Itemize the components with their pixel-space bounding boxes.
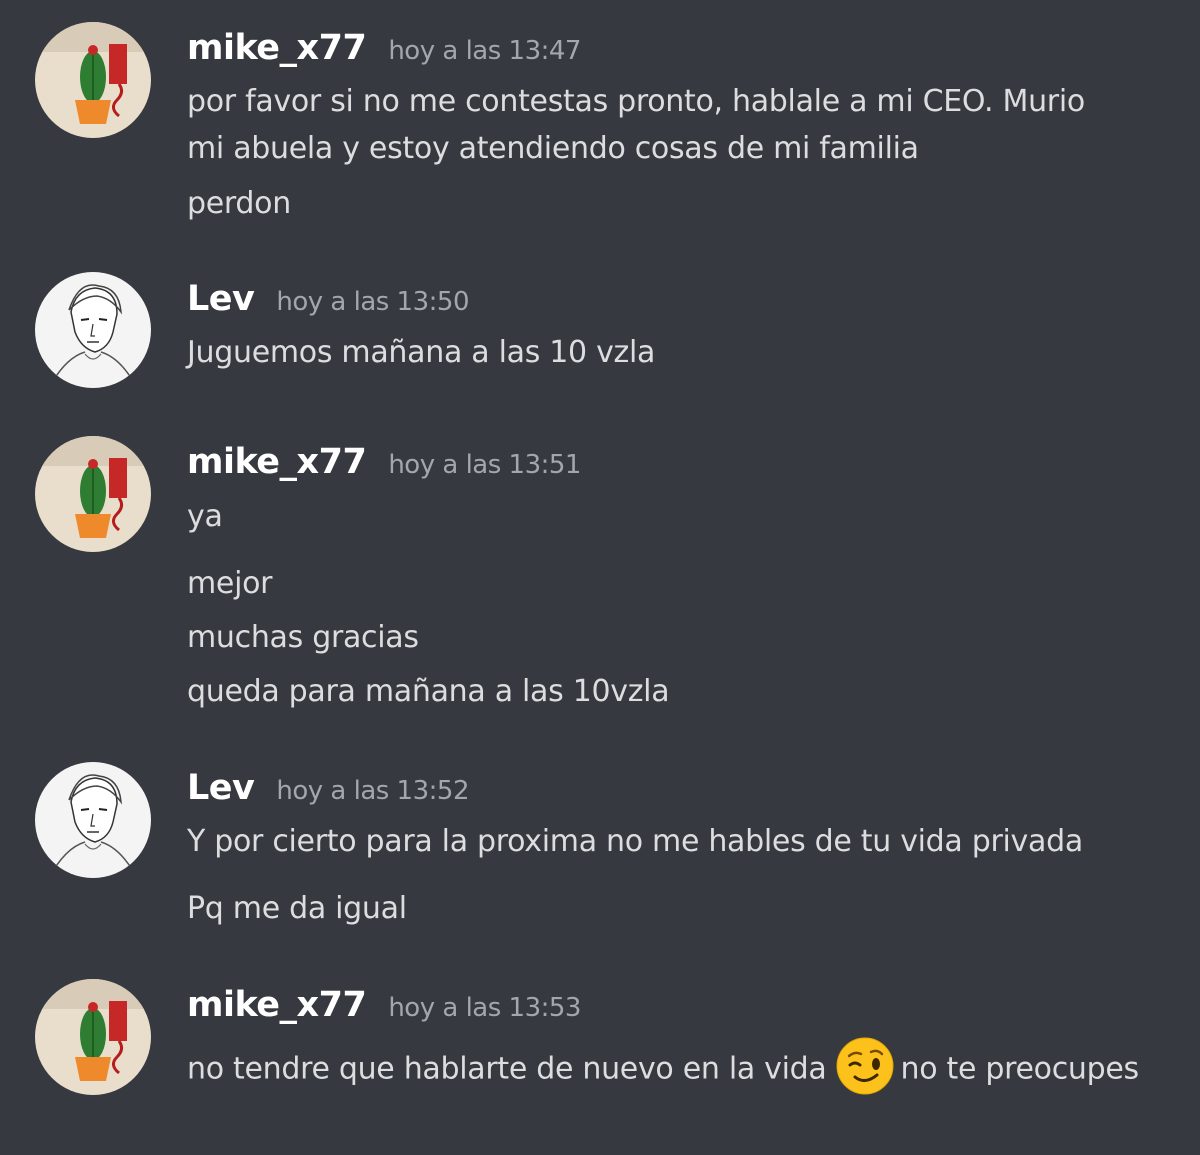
- sketch-portrait-avatar[interactable]: [35, 272, 151, 388]
- timestamp: hoy a las 13:52: [276, 776, 469, 806]
- author-name[interactable]: mike_x77: [187, 442, 367, 482]
- message-line: Juguemos mañana a las 10 vzla: [187, 335, 656, 370]
- author-name[interactable]: mike_x77: [187, 28, 367, 68]
- message-line: muchas gracias: [187, 620, 419, 655]
- winking-face-emoji: [835, 1036, 895, 1096]
- message-line: queda para mañana a las 10vzla: [187, 674, 670, 709]
- timestamp: hoy a las 13:50: [276, 287, 469, 317]
- message-line: no tendre que hablarte de nuevo en la vi…: [187, 1037, 1140, 1100]
- cactus-avatar[interactable]: [35, 979, 151, 1095]
- message-line: perdon: [187, 186, 291, 221]
- message-text: no tendre que hablarte de nuevo en la vi…: [187, 1051, 827, 1087]
- author-name[interactable]: mike_x77: [187, 985, 367, 1025]
- message-header: mike_x77 hoy a las 13:53: [187, 985, 581, 1025]
- timestamp: hoy a las 13:47: [388, 36, 581, 66]
- timestamp: hoy a las 13:53: [388, 993, 581, 1023]
- author-name[interactable]: Lev: [187, 768, 255, 808]
- message-line: mejor: [187, 566, 273, 601]
- message-line: mi abuela y estoy atendiendo cosas de mi…: [187, 131, 919, 166]
- message-text: no te preocupes: [900, 1051, 1140, 1087]
- message-line: por favor si no me contestas pronto, hab…: [187, 84, 1085, 119]
- message-line: Y por cierto para la proxima no me hable…: [187, 824, 1083, 859]
- message-line: Pq me da igual: [187, 891, 407, 926]
- message-header: Lev hoy a las 13:52: [187, 768, 469, 808]
- message-header: Lev hoy a las 13:50: [187, 279, 469, 319]
- cactus-avatar[interactable]: [35, 22, 151, 138]
- cactus-avatar[interactable]: [35, 436, 151, 552]
- message-header: mike_x77 hoy a las 13:51: [187, 442, 581, 482]
- timestamp: hoy a las 13:51: [388, 450, 581, 480]
- message-header: mike_x77 hoy a las 13:47: [187, 28, 581, 68]
- author-name[interactable]: Lev: [187, 279, 255, 319]
- sketch-portrait-avatar[interactable]: [35, 762, 151, 878]
- message-line: ya: [187, 499, 223, 534]
